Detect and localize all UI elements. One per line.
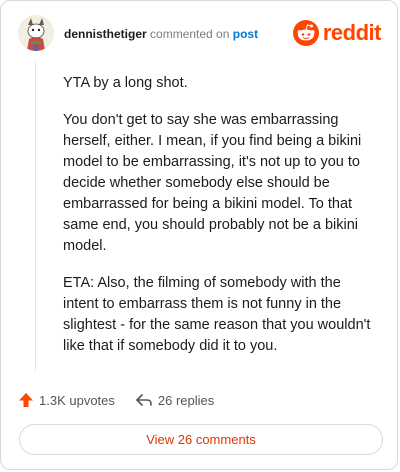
replies-button[interactable]: 26 replies — [135, 392, 214, 408]
user-avatar[interactable] — [18, 15, 54, 51]
reply-arrow-icon — [136, 394, 152, 406]
username-link[interactable]: dennisthetiger — [64, 27, 147, 41]
reply-count: 26 replies — [157, 392, 215, 408]
comment-card: dennisthetiger commented on post reddit … — [0, 0, 398, 470]
comment-paragraph: You don't get to say she was embarrassin… — [63, 112, 362, 254]
comment-meta: dennisthetiger commented on post — [64, 27, 258, 41]
avatar-icon — [18, 15, 54, 51]
comment-body: YTA by a long shot. You don't get to say… — [63, 73, 371, 373]
comment-paragraph: ETA: Also, the filming of somebody with … — [63, 275, 371, 354]
comment-paragraph: YTA by a long shot. — [63, 75, 188, 91]
upvote-count: 1.3K upvotes — [39, 392, 115, 408]
reddit-wordmark: reddit — [322, 20, 382, 45]
view-comments-button[interactable]: View 26 comments — [19, 424, 383, 455]
reddit-logo[interactable]: reddit — [292, 19, 382, 47]
upvote-button[interactable]: 1.3K upvotes — [18, 392, 115, 408]
comment-action-text: commented on — [150, 27, 230, 41]
reddit-snoo-icon — [292, 20, 319, 46]
view-comments-label: View 26 comments — [146, 432, 256, 447]
post-link[interactable]: post — [233, 27, 258, 41]
upvote-arrow-icon — [19, 393, 33, 407]
thread-line — [35, 61, 36, 371]
comment-stats: 1.3K upvotes 26 replies — [18, 389, 234, 411]
comment-header: dennisthetiger commented on post reddit — [18, 15, 382, 55]
